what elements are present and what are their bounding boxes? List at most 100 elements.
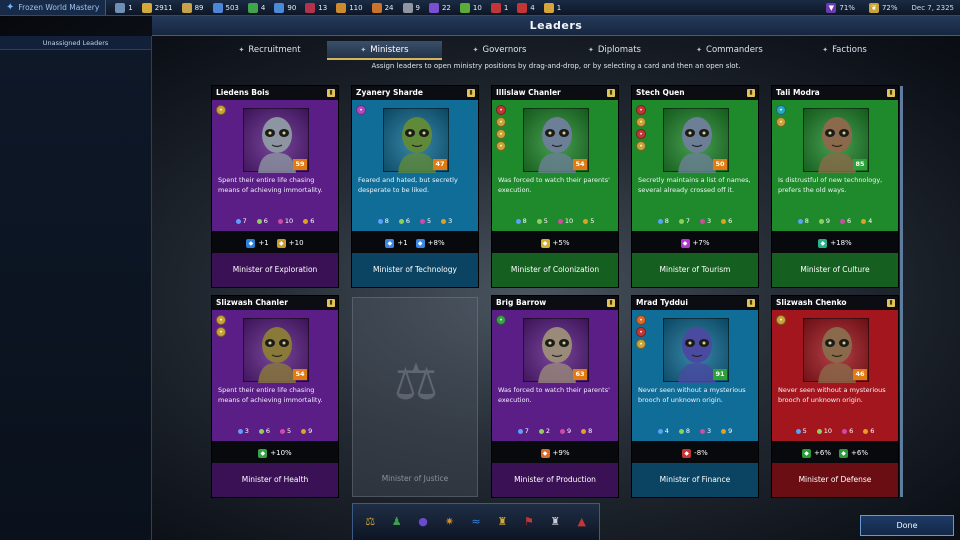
leader-card[interactable]: Slizwash Chenko ▮ • 46 Never seen withou… (771, 295, 899, 498)
lock-icon[interactable]: ▮ (607, 89, 615, 97)
leader-card[interactable]: Slizwash Chanler ▮ • • 54 Spent their ent… (211, 295, 339, 498)
resource-item[interactable]: 9 (402, 2, 420, 13)
trait-icon[interactable]: • (776, 117, 786, 127)
trait-icon[interactable]: • (636, 141, 646, 151)
resource-item[interactable]: 4 (247, 2, 265, 13)
resource-item[interactable]: 13 (305, 2, 327, 13)
trait-icon[interactable]: • (496, 315, 506, 325)
leader-stat: 9 (721, 427, 732, 435)
lock-icon[interactable]: ▮ (747, 299, 755, 307)
lock-icon[interactable]: ▮ (747, 89, 755, 97)
tab-recruitment[interactable]: ✦ Recruitment (212, 41, 327, 60)
trait-icon[interactable]: • (776, 315, 786, 325)
approval-indicator[interactable]: ❦ 72% (868, 2, 898, 13)
lock-icon[interactable]: ▮ (887, 89, 895, 97)
tab-diplomats[interactable]: ✦ Diplomats (557, 41, 672, 60)
tab-label: Governors (482, 45, 527, 55)
trait-icon[interactable]: • (776, 105, 786, 115)
leader-stat: 6 (721, 217, 732, 225)
trait-icon[interactable]: • (636, 105, 646, 115)
trait-icon[interactable]: • (216, 105, 226, 115)
leader-card[interactable]: Mrad Tyddui ▮ • • • 91 Never seen without … (631, 295, 759, 498)
resource-item[interactable]: 1 (543, 2, 561, 13)
trait-icon[interactable]: • (636, 327, 646, 337)
trait-list: • • • • (636, 105, 650, 153)
trait-icon[interactable]: • (216, 315, 226, 325)
resource-item[interactable]: 90 (274, 2, 296, 13)
tab-ministers[interactable]: ✦ Ministers (327, 41, 442, 60)
galaxy-icon[interactable]: ✷ (440, 512, 460, 532)
lock-icon[interactable]: ▮ (327, 299, 335, 307)
trait-icon[interactable]: • (636, 315, 646, 325)
trait-icon[interactable]: • (636, 129, 646, 139)
leader-stat: 6 (398, 217, 410, 225)
resource-item[interactable]: 4 (517, 2, 535, 13)
leader-tabs: ✦ Recruitment ✦ Ministers ✦ Governors ✦ Diploma… (212, 41, 902, 60)
done-button[interactable]: Done (860, 515, 954, 536)
resource-item[interactable]: 503 (212, 2, 239, 13)
leader-card[interactable]: Liedens Bois ▮ • 59 Spent their entire l… (211, 85, 339, 288)
resource-item[interactable]: 110 (336, 2, 363, 13)
trait-icon[interactable]: • (636, 117, 646, 127)
flag-icon[interactable]: ⚑ (519, 512, 539, 532)
unassigned-leaders-panel[interactable]: Unassigned Leaders (0, 36, 152, 540)
tab-governors[interactable]: ✦ Governors (442, 41, 557, 60)
trait-icon[interactable]: • (496, 141, 506, 151)
tab-factions[interactable]: ✦ Factions (787, 41, 902, 60)
trophy-icon[interactable]: ♜ (492, 512, 512, 532)
leader-card[interactable]: Illislaw Chanler ▮ • • • • 54 Was forced to… (491, 85, 619, 288)
lock-icon[interactable]: ▮ (467, 89, 475, 97)
alert-icon[interactable]: ▲ (572, 512, 592, 532)
economy-icon[interactable]: ≈ (466, 512, 486, 532)
finance-icon: ◆ (682, 448, 692, 458)
tab-label: Recruitment (248, 45, 301, 55)
planet-icon[interactable]: ● (413, 512, 433, 532)
leader-card[interactable]: Tali Modra ▮ • • 85 Is distrustful of new… (771, 85, 899, 288)
top-resource-bar: ✦ Frozen World Mastery 1 2911 89 503 4 90 13 11… (0, 0, 960, 16)
empty-ministry-slot[interactable]: ⚖ Minister of Justice (352, 297, 478, 497)
resource-item[interactable]: 22 (428, 2, 451, 13)
resource-item[interactable]: 10 (459, 2, 482, 13)
stat-icon (842, 428, 848, 434)
scientist-icon: ◆ (385, 238, 395, 248)
resource-item[interactable]: 24 (371, 2, 394, 13)
trait-list: • (356, 105, 370, 117)
leader-card[interactable]: Zyanery Sharde ▮ • 47 Feared and hated, … (351, 85, 479, 288)
trait-icon[interactable]: • (496, 117, 506, 127)
ministry-title: Minister of Colonization (492, 253, 618, 287)
resource-value: 503 (225, 3, 239, 12)
leader-stat: 3 (700, 217, 711, 225)
trait-icon[interactable]: • (496, 105, 506, 115)
resource-item[interactable]: 89 (181, 2, 204, 13)
empire-menu-button[interactable]: ✦ Frozen World Mastery (0, 0, 107, 15)
leader-stat: 9 (560, 427, 571, 435)
lock-icon[interactable]: ▮ (327, 89, 335, 97)
leader-stats: 8 6 5 3 (352, 217, 478, 225)
resource-item[interactable]: 2911 (141, 2, 173, 13)
card-grid-scrollbar[interactable] (900, 86, 903, 497)
leader-portrait: 54 (243, 318, 309, 383)
monument-icon[interactable]: ♜ (545, 512, 565, 532)
scrollbar-thumb[interactable] (900, 86, 903, 497)
trait-icon[interactable]: • (636, 339, 646, 349)
stat-icon (237, 428, 243, 434)
lock-icon[interactable]: ▮ (607, 299, 615, 307)
resource-icon (428, 2, 439, 13)
leader-icon[interactable]: ♟ (387, 512, 407, 532)
justice-scale-icon[interactable]: ⚖ (360, 512, 380, 532)
leader-card[interactable]: Stech Quen ▮ • • • • 50 Secretly maintains … (631, 85, 759, 288)
lock-icon[interactable]: ▮ (887, 299, 895, 307)
resource-value: 1 (128, 3, 133, 12)
resource-item[interactable]: 1 (115, 2, 133, 13)
trait-icon[interactable]: • (356, 105, 366, 115)
ministry-bonus: ◆ +9% (540, 448, 569, 458)
trait-icon[interactable]: • (216, 327, 226, 337)
leader-card[interactable]: Brig Barrow ▮ • 63 Was forced to watch t… (491, 295, 619, 498)
trait-icon[interactable]: • (496, 129, 506, 139)
trait-list: • • (776, 105, 790, 129)
rating-indicator[interactable]: ▼ 71% (826, 2, 855, 13)
leader-name: Brig Barrow (492, 296, 618, 310)
resource-value: 1 (503, 3, 509, 12)
tab-commanders[interactable]: ✦ Commanders (672, 41, 787, 60)
resource-item[interactable]: 1 (490, 2, 509, 13)
